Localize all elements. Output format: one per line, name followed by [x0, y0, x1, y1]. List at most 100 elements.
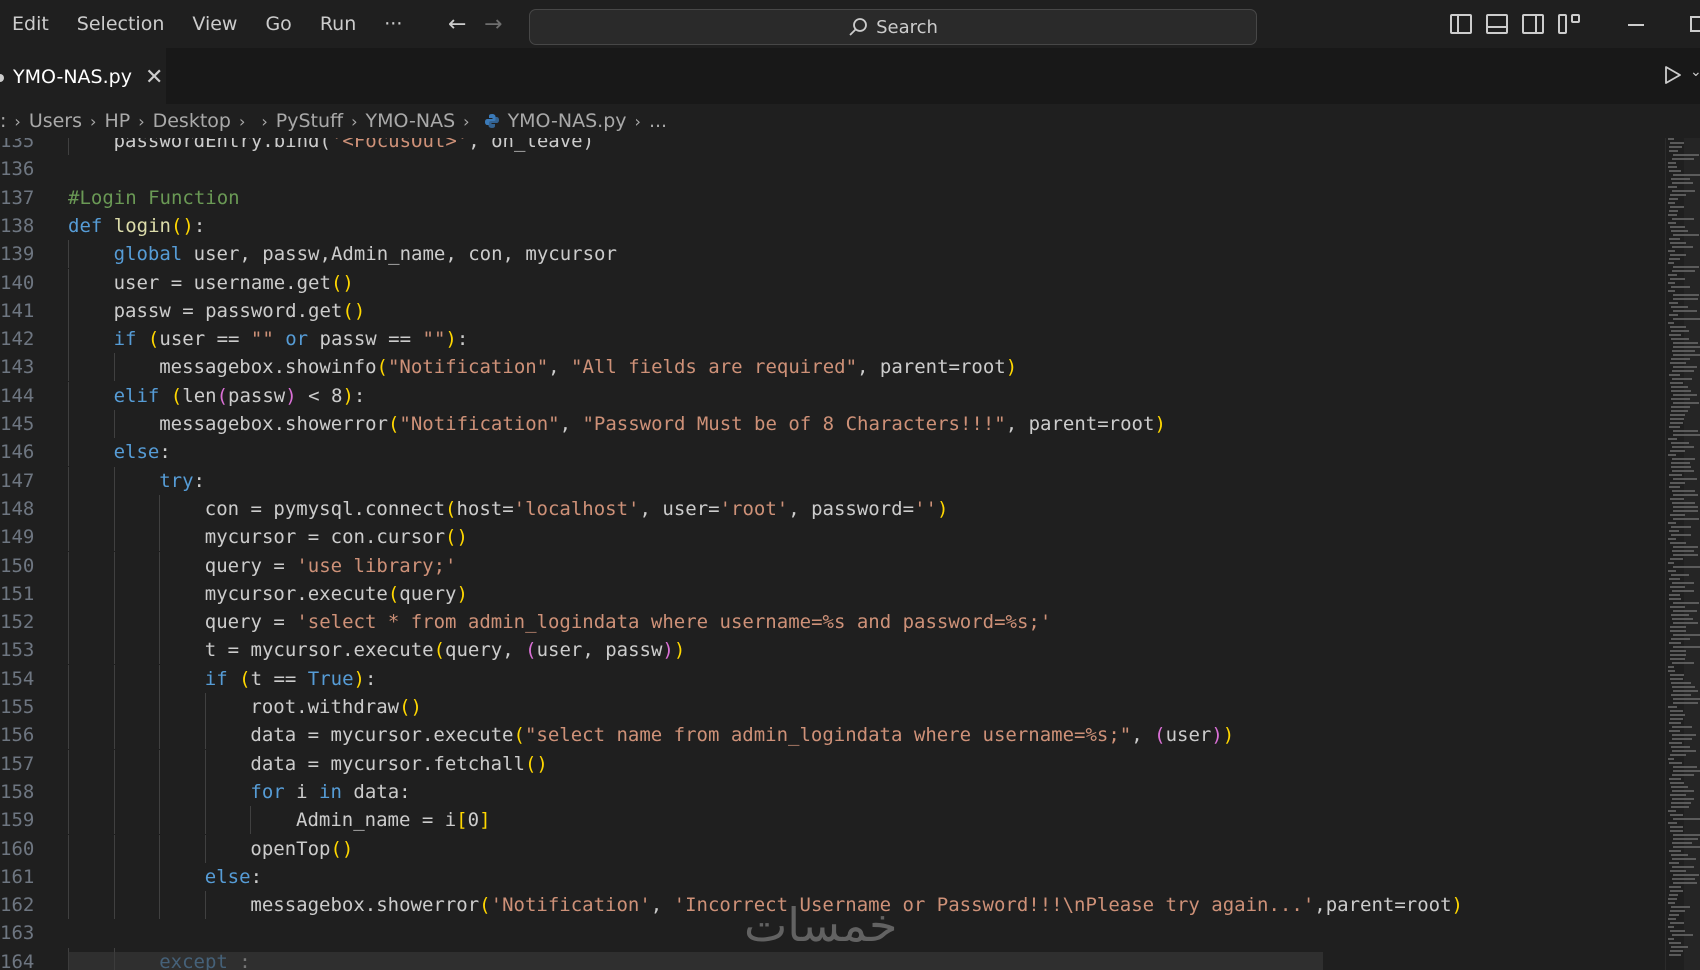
code-line[interactable]: 144 elif (len(passw) < 8): [0, 381, 1660, 410]
code-line[interactable]: 159 Admin_name = i[0] [0, 806, 1660, 835]
code-line[interactable]: 138 def login(): [0, 212, 1660, 240]
code-editor[interactable]: 135 passwordEntry.bind('<FocusOut>', on_l… [0, 138, 1700, 970]
menu-view[interactable]: View [178, 0, 251, 48]
code-line[interactable]: 135 passwordEntry.bind('<FocusOut>', on_l… [0, 138, 1660, 155]
code-token: ( [1154, 724, 1166, 747]
minimap-line [1669, 894, 1678, 896]
code-line[interactable]: 147 try: [0, 466, 1660, 495]
code-token: data = mycursor.fetchall [250, 752, 525, 775]
minimap-line [1670, 482, 1685, 484]
code-token: def [68, 214, 114, 237]
code-line[interactable]: 143 messagebox.showinfo("Notification", "… [0, 353, 1660, 382]
indent-guide [68, 551, 69, 580]
tab-ymo-nas[interactable]: YMO-NAS.py ✕ [0, 48, 166, 104]
minimap-line [1670, 890, 1683, 892]
minimap-line [1670, 922, 1684, 924]
code-line[interactable]: 140 user = username.get() [0, 268, 1660, 297]
horizontal-scrollbar[interactable] [68, 952, 1323, 970]
forward-arrow-icon[interactable]: → [484, 12, 502, 37]
code-token: t == [250, 667, 308, 690]
code-line[interactable]: 154 if (t == True): [0, 664, 1660, 693]
vertical-scrollbar[interactable] [1684, 138, 1700, 970]
editor-tab-bar: YMO-NAS.py ✕ ⌄ [0, 48, 1700, 104]
code-token: ) [936, 497, 949, 520]
code-line[interactable]: 139 global user, passw,Admin_name, con, m… [0, 240, 1660, 269]
code-token: < 8 [296, 384, 343, 407]
code-text: root.withdraw() [250, 693, 422, 721]
line-number: 156 [0, 724, 35, 747]
code-token: ) [1005, 356, 1018, 379]
minimap-line [1669, 258, 1680, 260]
code-token: ) [1211, 724, 1223, 747]
minimap-line [1668, 898, 1677, 900]
code-line[interactable]: 152 query = 'select * from admin_logindat… [0, 608, 1660, 637]
minimap-line [1669, 914, 1679, 916]
code-text: data = mycursor.fetchall() [250, 750, 547, 778]
menu-run[interactable]: Run [306, 0, 370, 48]
indent-guide [68, 494, 69, 523]
code-line[interactable]: 137 #Login Function [0, 184, 1660, 212]
code-line[interactable]: 151 mycursor.execute(query) [0, 579, 1660, 608]
breadcrumb-pystuff[interactable]: PyStuff [276, 110, 343, 132]
code-line[interactable]: 157 data = mycursor.fetchall() [0, 749, 1660, 778]
toggle-secondary-sidebar-icon[interactable] [1522, 14, 1544, 34]
minimap-line [1668, 706, 1677, 708]
code-token: i [296, 780, 320, 803]
code-line[interactable]: 149 mycursor = con.cursor() [0, 523, 1660, 552]
breadcrumb-desktop[interactable]: Desktop [153, 110, 231, 132]
breadcrumb-drive[interactable]: : [0, 110, 6, 132]
line-number: 138 [0, 214, 35, 237]
indent-guide [159, 862, 161, 891]
code-line[interactable]: 160 openTop() [0, 834, 1660, 863]
command-center-search[interactable]: Search [529, 9, 1257, 45]
code-line[interactable]: 141 passw = password.get() [0, 296, 1660, 325]
code-line[interactable]: 156 data = mycursor.execute("select name … [0, 721, 1660, 750]
menu-selection[interactable]: Selection [63, 0, 179, 48]
toggle-panel-icon[interactable] [1486, 14, 1508, 34]
code-text: passwordEntry.bind('<FocusOut>', on_leav… [114, 138, 594, 155]
back-arrow-icon[interactable]: ← [448, 12, 466, 37]
code-token: ( [513, 724, 525, 747]
code-line[interactable]: 136 [0, 155, 1660, 183]
menu-more[interactable]: ··· [370, 0, 416, 48]
code-line[interactable]: 153 t = mycursor.execute(query, (user, pa… [0, 636, 1660, 665]
breadcrumb-users[interactable]: Users [29, 110, 82, 132]
code-token: 'Notification' [490, 894, 651, 917]
code-line[interactable]: 158 for i in data: [0, 777, 1660, 806]
indent-guide [204, 806, 206, 835]
code-line[interactable]: 142 if (user == "" or passw == ""): [0, 325, 1660, 354]
code-line[interactable]: 150 query = 'use library;' [0, 551, 1660, 580]
menu-edit[interactable]: Edit [0, 0, 63, 48]
code-token: ( [170, 384, 183, 407]
run-icon[interactable] [1664, 65, 1682, 85]
code-line[interactable]: 161 else: [0, 862, 1660, 891]
menu-go[interactable]: Go [251, 0, 305, 48]
code-line[interactable]: 146 else: [0, 438, 1660, 467]
line-number: 141 [0, 299, 35, 322]
code-token: , [650, 894, 674, 917]
code-token: user == [159, 328, 251, 351]
breadcrumb-hp[interactable]: HP [104, 110, 130, 132]
indent-guide [68, 268, 69, 297]
code-token: else [113, 441, 160, 464]
indent-guide [159, 749, 161, 778]
watermark: خمسات [744, 898, 898, 952]
toggle-primary-sidebar-icon[interactable] [1450, 14, 1472, 34]
customize-layout-icon[interactable] [1558, 14, 1580, 34]
code-line[interactable]: 145 messagebox.showerror("Notification", … [0, 410, 1660, 438]
code-text: messagebox.showinfo("Notification", "All… [159, 353, 1017, 381]
breadcrumb-symbols[interactable]: ... [649, 110, 667, 132]
code-token: , [548, 356, 572, 379]
indent-guide [68, 438, 69, 467]
chevron-down-icon[interactable]: ⌄ [1690, 64, 1700, 80]
breadcrumb-ymo-nas-folder[interactable]: YMO-NAS [366, 110, 456, 132]
close-icon[interactable]: ✕ [145, 65, 163, 90]
indent-guide [68, 325, 69, 354]
maximize-icon[interactable] [1690, 16, 1700, 32]
breadcrumb-file[interactable]: YMO-NAS.py [508, 110, 627, 132]
code-line[interactable]: 148 con = pymysql.connect(host='localhost… [0, 494, 1660, 523]
minimize-icon[interactable] [1628, 24, 1644, 26]
minimap-line [1670, 142, 1684, 144]
code-line[interactable]: 155 root.withdraw() [0, 693, 1660, 721]
indent-guide [113, 862, 115, 891]
